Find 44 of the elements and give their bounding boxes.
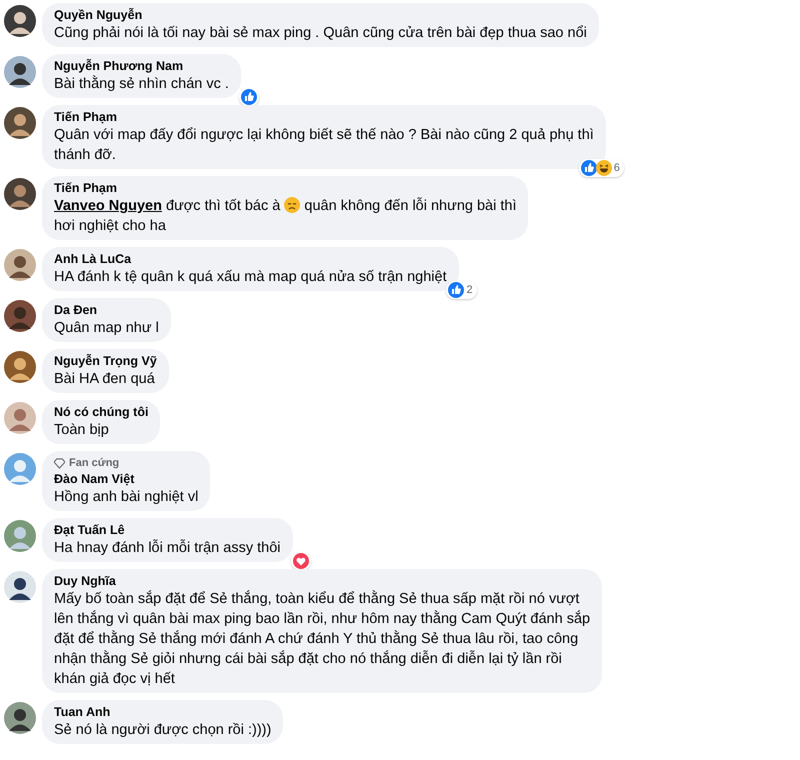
- comment-text: HA đánh k tệ quân k quá xấu mà map quá nửa số trận nghiệt: [54, 268, 447, 287]
- avatar[interactable]: [4, 300, 36, 332]
- like-icon: [240, 89, 257, 105]
- author-name[interactable]: Đào Nam Việt: [54, 471, 198, 487]
- avatar[interactable]: [4, 56, 36, 88]
- like-icon: [448, 282, 464, 298]
- author-name[interactable]: Nguyễn Phương Nam: [54, 58, 229, 74]
- comment-text: Quân map như l: [54, 319, 159, 338]
- author-name[interactable]: Quyền Nguyễn: [54, 7, 587, 23]
- comment-text: Ha hnay đánh lỗi mỗi trận assy thôi: [54, 538, 280, 558]
- author-name[interactable]: Đạt Tuấn Lê: [54, 522, 280, 538]
- author-name[interactable]: Anh Là LuCa: [54, 251, 447, 267]
- like-icon: [580, 160, 597, 176]
- avatar[interactable]: [4, 5, 36, 37]
- comment-text: Hồng anh bài nghiệt vl: [54, 488, 198, 507]
- comment-text: Vanveo Nguyen được thì tốt bác à quân không đến lỗi nhưng bài thì hơi nghiệt cho ha: [54, 196, 516, 236]
- reaction-summary[interactable]: 2: [446, 281, 477, 299]
- author-name[interactable]: Nguyễn Trọng Vỹ: [54, 353, 157, 369]
- mention-link[interactable]: Vanveo Nguyen: [54, 198, 162, 214]
- comment-text: Sẻ nó là người được chọn rồi :)))): [54, 721, 272, 740]
- diamond-icon: [54, 458, 65, 468]
- comment-text: Toàn bịp: [54, 421, 110, 440]
- author-name[interactable]: Tuan Anh: [54, 704, 272, 720]
- laughing-emoji-icon: [596, 160, 612, 176]
- reaction-summary[interactable]: [238, 88, 259, 106]
- author-name[interactable]: Da Đen: [54, 302, 159, 318]
- sad-emoji-icon: [284, 197, 300, 213]
- author-name[interactable]: Duy Nghĩa: [54, 573, 590, 589]
- avatar[interactable]: [4, 249, 36, 281]
- author-name[interactable]: Nó có chúng tôi: [54, 404, 148, 420]
- avatar[interactable]: [4, 107, 36, 139]
- avatar[interactable]: [4, 702, 36, 734]
- fan-label: Fan cứng: [69, 457, 120, 469]
- reaction-summary[interactable]: 6: [578, 159, 624, 177]
- comment-text: Cũng phải nói là tối nay bài sẻ max ping . Quân cũng cửa trên bài đẹp thua sao nổi: [54, 24, 587, 43]
- comment-text: Bài HA đen quá: [54, 370, 156, 389]
- comment-text: Mấy bố toàn sắp đặt để Sẻ thắng, toàn kiểu để thằng Sẻ thua sấp mặt rồi nó vượt lên thắng vì quân bài max ping bao lần rồi, như hôm nay thằng Cam Quýt đánh sắp đặt để thằng Sẻ thắng mới đánh A chứ đánh Y thủ thằng Sẻ thua lâu rồi, tao công nhận thằng Sẻ giỏi nhưng cái bài sắp đặt cho nó thắng diễn đi diễn lại tỷ lần rồi khán giả đọc vị hết: [54, 589, 590, 689]
- author-name[interactable]: Tiến Phạm: [54, 109, 594, 125]
- avatar[interactable]: [4, 351, 36, 383]
- reaction-summary[interactable]: [290, 552, 310, 570]
- author-name[interactable]: Tiến Phạm: [54, 180, 516, 196]
- comment-text: Bài thằng sẻ nhìn chán vc .: [54, 74, 229, 94]
- avatar[interactable]: [4, 571, 36, 603]
- avatar[interactable]: [4, 178, 36, 210]
